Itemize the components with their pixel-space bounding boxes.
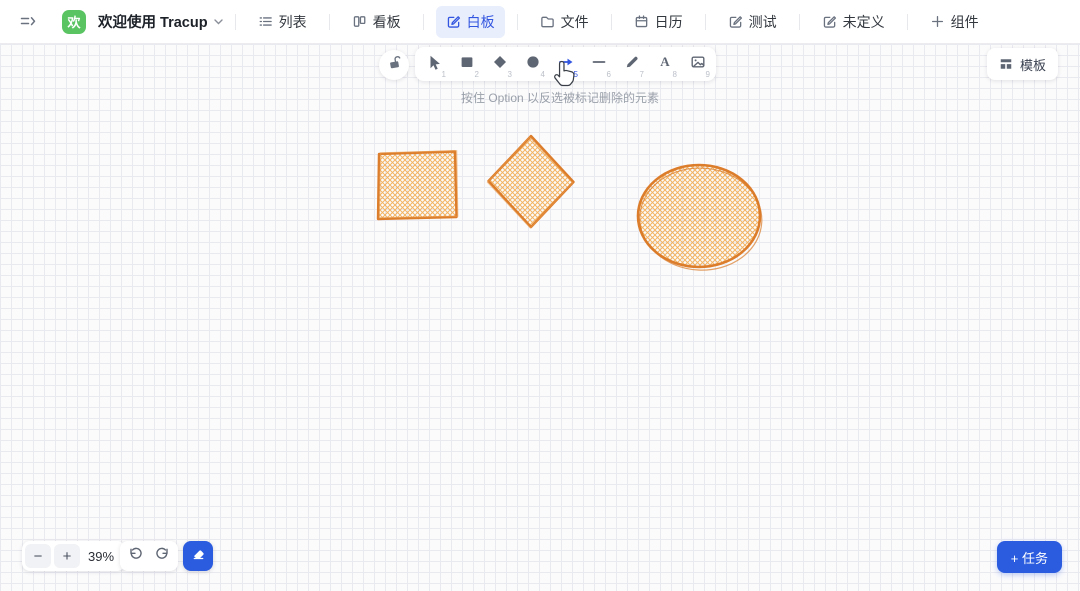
zoom-level: 39%: [83, 549, 122, 564]
tool-key: 3: [508, 71, 512, 79]
tab-label: 组件: [951, 12, 979, 32]
line-icon: [591, 54, 607, 75]
whiteboard-icon: [446, 14, 461, 29]
tool-image[interactable]: 9: [681, 47, 714, 81]
text-icon: A: [657, 54, 673, 75]
add-task-label: + 任务: [1011, 548, 1048, 567]
template-icon: [999, 57, 1013, 71]
calendar-icon: [634, 14, 649, 29]
tool-select[interactable]: 1: [417, 47, 450, 81]
tool-text[interactable]: A 8: [648, 47, 681, 81]
tab-kanban[interactable]: 看板: [342, 6, 411, 38]
divider: [611, 14, 612, 30]
whiteboard-canvas[interactable]: [0, 44, 1080, 591]
tab-calendar[interactable]: 日历: [624, 6, 693, 38]
toolbar-hint-text: 按住 Option 以反选被标记删除的元素: [461, 89, 659, 106]
folder-icon: [540, 14, 555, 29]
add-task-button[interactable]: + 任务: [997, 541, 1062, 573]
diamond-icon: [492, 54, 508, 75]
history-controls: [120, 541, 178, 571]
svg-text:A: A: [660, 54, 670, 69]
board-title[interactable]: 欢迎使用 Tracup: [98, 11, 223, 32]
shape-rectangle[interactable]: [378, 152, 457, 220]
tab-list[interactable]: 列表: [248, 6, 317, 38]
divider: [329, 14, 330, 30]
tool-draw[interactable]: 7: [615, 47, 648, 81]
redo-button[interactable]: [149, 541, 176, 571]
tab-label: 日历: [655, 12, 683, 32]
tool-ellipse[interactable]: 4: [516, 47, 549, 81]
tab-test[interactable]: 测试: [718, 6, 787, 38]
arrow-right-icon: [558, 54, 574, 75]
tab-components[interactable]: 组件: [920, 6, 989, 38]
tool-arrow[interactable]: 5: [549, 47, 582, 81]
sidebar-toggle-icon[interactable]: [16, 11, 38, 33]
tool-line[interactable]: 6: [582, 47, 615, 81]
plus-icon: [930, 14, 945, 29]
divider: [423, 14, 424, 30]
top-bar: 欢 欢迎使用 Tracup 列表 看板 白板: [0, 0, 1080, 44]
zoom-in-button[interactable]: +: [54, 544, 80, 568]
chevron-down-icon: [214, 19, 223, 25]
whiteboard-icon: [822, 14, 837, 29]
view-tabs: 列表 看板 白板 文件 日历: [248, 6, 989, 38]
square-icon: [459, 54, 475, 75]
list-icon: [258, 14, 273, 29]
circle-icon: [525, 54, 541, 75]
shape-ellipse[interactable]: [638, 165, 760, 267]
tab-files[interactable]: 文件: [530, 6, 599, 38]
tab-label: 看板: [373, 12, 401, 32]
tab-label: 测试: [749, 12, 777, 32]
pencil-icon: [624, 54, 640, 75]
eraser-button[interactable]: [183, 541, 213, 571]
template-button-label: 模板: [1020, 55, 1046, 74]
redo-icon: [155, 546, 170, 566]
cursor-icon: [426, 54, 442, 75]
tool-key: 1: [442, 71, 446, 79]
undo-button[interactable]: [122, 541, 149, 571]
tool-key: 8: [673, 71, 677, 79]
tool-key: 2: [475, 71, 479, 79]
tool-key: 4: [541, 71, 545, 79]
tool-rectangle[interactable]: 2: [450, 47, 483, 81]
divider: [799, 14, 800, 30]
board-title-text: 欢迎使用 Tracup: [98, 11, 208, 32]
tool-pill: 1 2 3 4 5 6 7 A 8: [415, 47, 716, 81]
tab-label: 列表: [279, 12, 307, 32]
divider: [907, 14, 908, 30]
tab-label: 未定义: [843, 12, 885, 32]
tab-label: 白板: [467, 12, 495, 32]
lock-toggle-button[interactable]: [379, 50, 409, 80]
board-avatar: 欢: [62, 10, 86, 34]
template-button[interactable]: 模板: [987, 48, 1058, 80]
tab-undefined[interactable]: 未定义: [812, 6, 895, 38]
header-left: 欢 欢迎使用 Tracup: [16, 10, 223, 34]
kanban-icon: [352, 14, 367, 29]
tab-label: 文件: [561, 12, 589, 32]
undo-icon: [128, 546, 143, 566]
zoom-controls: − + 39%: [22, 541, 125, 571]
drawing-toolbar: 1 2 3 4 5 6 7 A 8: [379, 47, 716, 81]
tool-diamond[interactable]: 3: [483, 47, 516, 81]
lock-open-icon: [387, 55, 402, 75]
tool-key: 7: [640, 71, 644, 79]
shapes-layer: [0, 44, 1080, 591]
tab-whiteboard[interactable]: 白板: [436, 6, 505, 38]
divider: [517, 14, 518, 30]
image-icon: [690, 54, 706, 75]
eraser-icon: [191, 546, 206, 566]
shape-diamond[interactable]: [489, 136, 574, 227]
whiteboard-icon: [728, 14, 743, 29]
tool-key: 6: [607, 71, 611, 79]
divider: [235, 14, 236, 30]
divider: [705, 14, 706, 30]
tool-key: 5: [574, 71, 578, 79]
tool-key: 9: [706, 71, 710, 79]
zoom-out-button[interactable]: −: [25, 544, 51, 568]
